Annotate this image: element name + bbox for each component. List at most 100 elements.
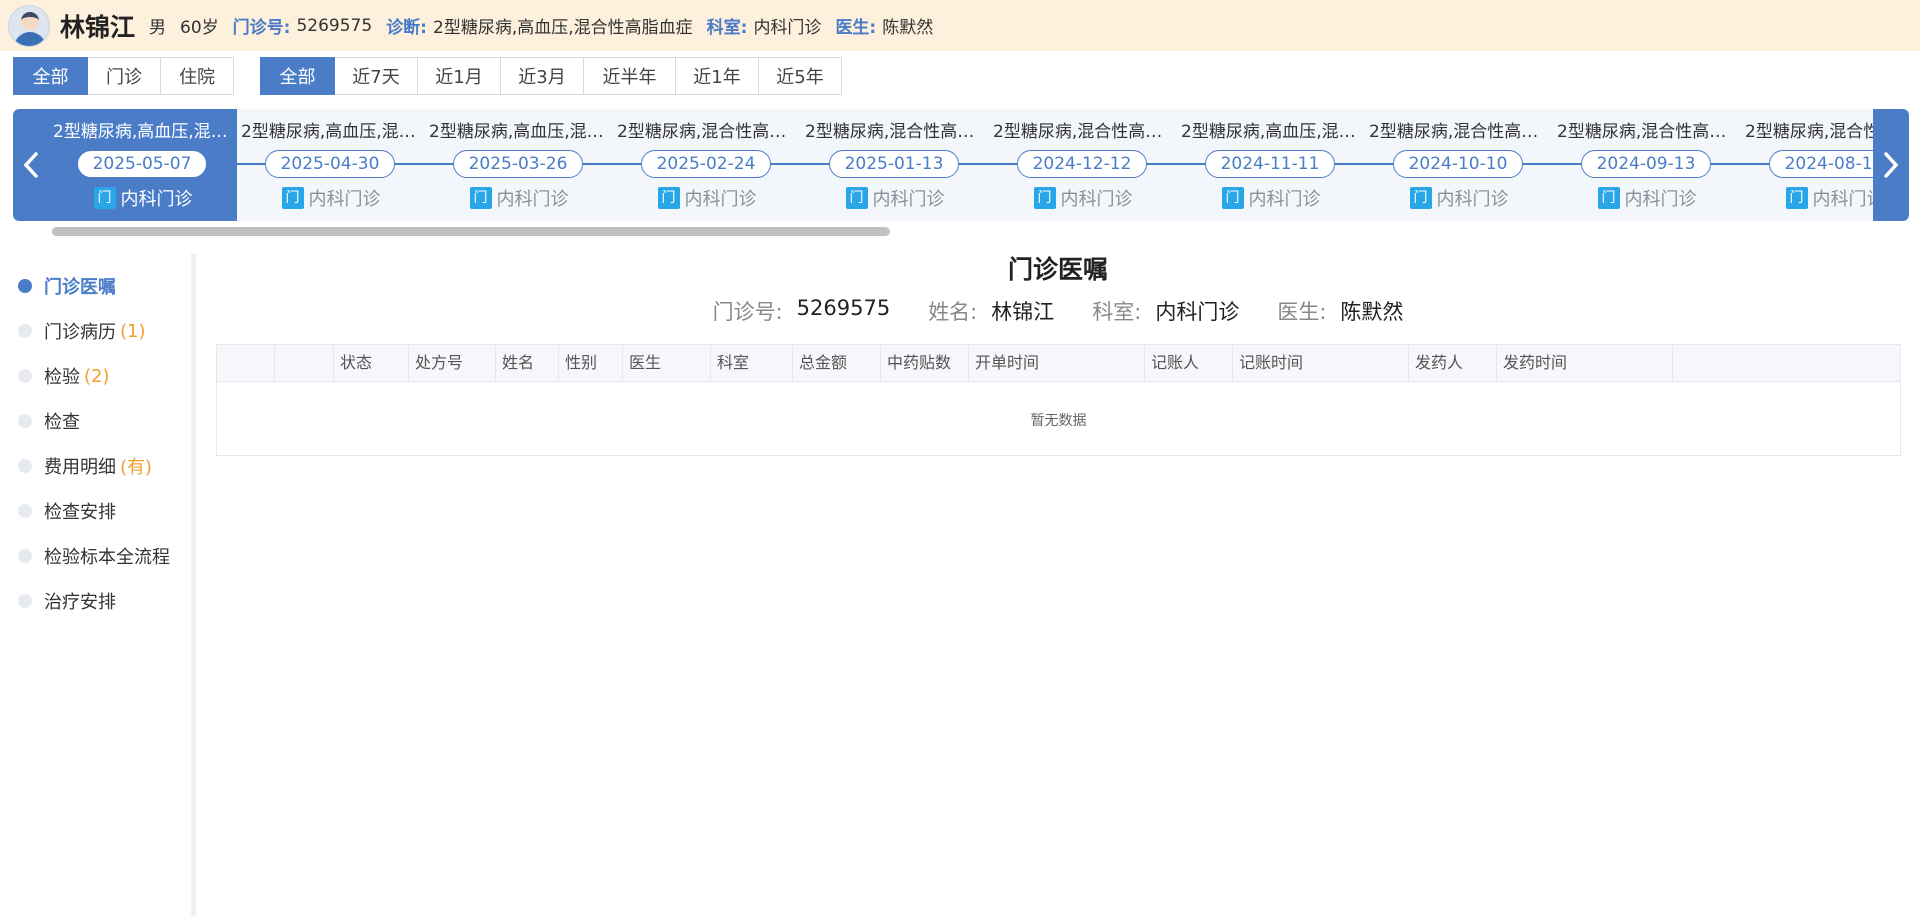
timeline-item[interactable]: 2型糖尿病,高血压,混合性高脂血症 2025-03-26 门内科门诊 [425, 109, 613, 221]
timeline-item-date: 2025-04-30 [265, 150, 395, 178]
timeline-item-dept: 门内科门诊 [613, 185, 801, 211]
timeline-item[interactable]: 2型糖尿病,混合性高脂血症,高血压 2025-01-13 门内科门诊 [801, 109, 989, 221]
timeline-item[interactable]: 2型糖尿病,混合性高脂血症,高血压 2025-02-24 门内科门诊 [613, 109, 801, 221]
timeline-item-diagnosis: 2型糖尿病,混合性高脂血症,高血压 [993, 122, 1177, 142]
timeline-item[interactable]: 2型糖尿病,高血压,混合性高脂血症 2025-04-30 门内科门诊 [237, 109, 425, 221]
outpatient-badge-icon: 门 [657, 187, 680, 209]
info-clinic-no: 5269575 [796, 296, 891, 320]
filter-time-3m[interactable]: 近3月 [501, 57, 584, 95]
timeline-next-button[interactable] [1873, 109, 1909, 221]
timeline-item-date: 2025-02-24 [641, 150, 771, 178]
timeline-item-diagnosis: 2型糖尿病,高血压,混合性高脂血症 [241, 122, 425, 142]
table-column-header [1673, 345, 1882, 381]
outpatient-badge-icon: 门 [281, 187, 304, 209]
patient-header: 林锦江 男 60岁 门诊号: 5269575 诊断: 2型糖尿病,高血压,混合性… [0, 0, 1920, 51]
timeline-item-diagnosis: 2型糖尿病,混合性高脂血症,高血压 [617, 122, 801, 142]
outpatient-badge-icon: 门 [1033, 187, 1056, 209]
timeline-item[interactable]: 2型糖尿病,混合性高脂血症,高血压 2024-12-12 门内科门诊 [989, 109, 1177, 221]
timeline-item-date: 2025-01-13 [829, 150, 959, 178]
table-column-header: 发药人 [1409, 345, 1497, 381]
nav-item[interactable]: 检查安排 [18, 498, 120, 524]
table-column-header: 医生 [623, 345, 711, 381]
nav-item[interactable]: 检验 (2) [18, 363, 110, 389]
table-column-header: 状态 [334, 345, 409, 381]
nav-item[interactable]: 检验标本全流程 [18, 543, 174, 569]
info-doctor: 陈默然 [1340, 300, 1404, 324]
filter-visit-outpatient[interactable]: 门诊 [88, 57, 161, 95]
empty-state: 暂无数据 [1030, 413, 1087, 429]
clinic-no-label: 门诊号: [232, 18, 291, 38]
filter-time-5y[interactable]: 近5年 [759, 57, 842, 95]
filter-time-6m[interactable]: 近半年 [584, 57, 676, 95]
nav-dot-icon [18, 324, 32, 338]
nav-divider [191, 253, 196, 916]
outpatient-badge-icon: 门 [1597, 187, 1620, 209]
info-name: 林锦江 [991, 300, 1055, 324]
nav-item-count: (1) [120, 320, 146, 342]
table-column-header [217, 345, 275, 381]
page-title: 门诊医嘱 [1007, 255, 1108, 284]
outpatient-badge-icon: 门 [1221, 187, 1244, 209]
dept: 内科门诊 [753, 18, 822, 38]
nav-item-label: 检查 [44, 412, 80, 433]
timeline-scrollbar[interactable] [52, 227, 890, 236]
outpatient-badge-icon: 门 [1785, 187, 1808, 209]
timeline-item-diagnosis: 2型糖尿病,高血压,混合性高脂血症 [429, 122, 613, 142]
nav-dot-icon [18, 594, 32, 608]
patient-gender: 男 [149, 18, 167, 38]
outpatient-badge-icon: 门 [93, 187, 116, 209]
outpatient-badge-icon: 门 [845, 187, 868, 209]
timeline-item-diagnosis: 2型糖尿病,高血压,混合性高脂血症 [53, 122, 237, 142]
timeline-item-dept-label: 内科门诊 [1248, 189, 1321, 210]
timeline-item-dept: 门内科门诊 [49, 185, 237, 211]
filter-time-1m[interactable]: 近1月 [418, 57, 501, 95]
filter-time-all[interactable]: 全部 [260, 57, 335, 95]
timeline-item-date: 2025-03-26 [453, 150, 583, 178]
filter-time-7d[interactable]: 近7天 [335, 57, 418, 95]
nav-dot-icon [18, 504, 32, 518]
timeline-item-dept-label: 内科门诊 [1624, 189, 1697, 210]
patient-age: 60岁 [180, 18, 219, 38]
timeline-item-date: 2024-10-10 [1393, 150, 1523, 178]
timeline-item[interactable]: 2型糖尿病,高血压,混合性高脂血症 2025-05-07 门内科门诊 [49, 109, 237, 221]
nav-item[interactable]: 门诊病历 (1) [18, 318, 146, 344]
table-column-header: 总金额 [793, 345, 881, 381]
diagnosis: 2型糖尿病,高血压,混合性高脂血症 [433, 18, 693, 38]
timeline-item-dept: 门内科门诊 [1553, 185, 1741, 211]
timeline-item-dept-label: 内科门诊 [496, 189, 569, 210]
timeline-item[interactable]: 2型糖尿病,混合性高脂血症,高血压 2024-09-13 门内科门诊 [1553, 109, 1741, 221]
timeline-prev-button[interactable] [13, 109, 49, 221]
timeline-item[interactable]: 2型糖尿病,混合性高脂血症,高血压 2024-10-10 门内科门诊 [1365, 109, 1553, 221]
record-nav: 门诊医嘱门诊病历 (1) 检验 (2) 检查费用明细 (有) 检查安排检验标本全流程 治疗安排 [0, 253, 196, 916]
nav-item[interactable]: 门诊医嘱 [18, 273, 120, 299]
timeline-item[interactable]: 2型糖尿病,高血压,混合性高脂血症 2024-11-11 门内科门诊 [1177, 109, 1365, 221]
visit-timeline: 2型糖尿病,高血压,混合性高脂血症2025-05-07门内科门诊2型糖尿病,高血… [13, 109, 1909, 221]
diagnosis-label: 诊断: [386, 18, 427, 38]
timeline-item-dept: 门内科门诊 [989, 185, 1177, 211]
doctor: 陈默然 [882, 18, 934, 38]
visit-info: 门诊号: 5269575 姓名: 林锦江 科室: 内科门诊 医生: 陈默然 [216, 296, 1900, 326]
chevron-right-icon [1884, 152, 1899, 178]
nav-item-label: 检验 [44, 367, 80, 388]
nav-dot-icon [18, 459, 32, 473]
filter-visit-all[interactable]: 全部 [13, 57, 88, 95]
nav-dot-icon [18, 369, 32, 383]
dept-label: 科室: [706, 18, 748, 38]
filter-visit-inpatient[interactable]: 住院 [161, 57, 234, 95]
timeline-item-diagnosis: 2型糖尿病,混合性高脂血症,高血压 [805, 122, 989, 142]
orders-table: 状态 处方号 姓名 性别 医生 科室 总金额 中药贴数 开单时间 记账人 记账时间 发药人 发药时间 暂… [216, 344, 1901, 456]
table-column-header: 姓名 [496, 345, 559, 381]
avatar [8, 4, 50, 47]
table-column-header: 处方号 [409, 345, 496, 381]
info-doctor-label: 医生: [1277, 300, 1327, 324]
nav-item[interactable]: 费用明细 (有) [18, 453, 152, 479]
outpatient-badge-icon: 门 [1409, 187, 1432, 209]
nav-dot-icon [18, 279, 32, 293]
time-range-filter: 全部 近7天 近1月 近3月 近半年 近1年 近5年 [260, 57, 842, 95]
nav-item[interactable]: 治疗安排 [18, 588, 120, 614]
outpatient-badge-icon: 门 [469, 187, 492, 209]
timeline-item-diagnosis: 2型糖尿病,高血压,混合性高脂血症 [1181, 122, 1365, 142]
timeline-item-date: 2024-12-12 [1017, 150, 1147, 178]
filter-time-1y[interactable]: 近1年 [676, 57, 759, 95]
nav-item[interactable]: 检查 [18, 408, 84, 434]
